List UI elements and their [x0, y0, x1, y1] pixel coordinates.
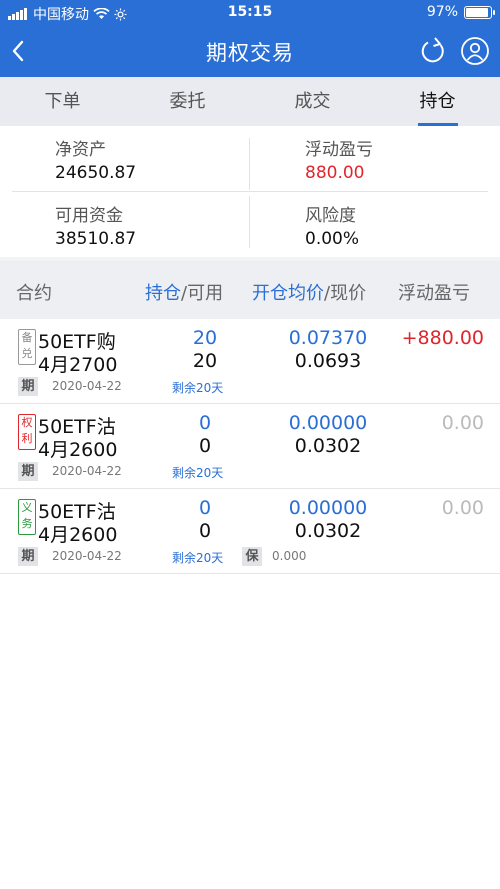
available-funds-value: 38510.87: [55, 229, 137, 249]
header-floating-pl[interactable]: 浮动盈亏: [398, 279, 470, 305]
floating-pl: 0.00: [441, 497, 484, 519]
days-remaining: 剩余20天: [172, 381, 224, 395]
positions-list: 备兑 50ETF购 4月2700 20 20 0.07370 0.0693 +8…: [0, 319, 500, 574]
buyer-badge: 权利: [18, 414, 36, 450]
nav-bar: 期权交易: [0, 26, 500, 77]
expiry-date: 2020-04-22: [52, 379, 122, 393]
risk-value: 0.00%: [305, 229, 360, 249]
divider: [12, 191, 488, 192]
period-tag: 期: [18, 462, 38, 481]
position-qty: 0: [198, 497, 212, 519]
days-remaining: 剩余20天: [172, 466, 224, 480]
header: 中国移动 15:15 97% 期权交易: [0, 0, 500, 77]
contract-month-strike: 4月2600: [38, 524, 118, 546]
tab-entrust[interactable]: 委托: [125, 77, 250, 126]
current-price: 0.0302: [294, 435, 362, 457]
open-avg-price: 0.07370: [288, 327, 368, 349]
header-position-available[interactable]: 持仓/可用: [145, 279, 223, 305]
net-assets-label: 净资产: [55, 140, 106, 160]
positions-header: 合约 持仓/可用 开仓均价/现价 浮动盈亏: [0, 261, 500, 319]
available-qty: 0: [198, 520, 212, 542]
current-price: 0.0302: [294, 520, 362, 542]
available-qty: 20: [192, 350, 218, 372]
floating-pl: 0.00: [441, 412, 484, 434]
seller-badge: 义务: [18, 499, 36, 535]
status-bar: 中国移动 15:15 97%: [0, 0, 500, 26]
period-tag: 期: [18, 547, 38, 566]
net-assets-value: 24650.87: [55, 163, 137, 183]
margin-tag: 保: [242, 547, 262, 566]
expiry-date: 2020-04-22: [52, 464, 122, 478]
covered-badge: 备兑: [18, 329, 36, 365]
user-icon[interactable]: [460, 36, 490, 66]
floating-pl-label: 浮动盈亏: [305, 140, 373, 160]
open-avg-price: 0.00000: [288, 497, 368, 519]
available-qty: 0: [198, 435, 212, 457]
header-contract: 合约: [16, 283, 52, 304]
current-price: 0.0693: [294, 350, 362, 372]
divider: [249, 196, 250, 248]
available-funds-label: 可用资金: [55, 206, 123, 226]
contract-month-strike: 4月2700: [38, 354, 118, 376]
table-row[interactable]: 义务 50ETF沽 4月2600 0 0 0.00000 0.0302 0.00…: [0, 489, 500, 574]
divider: [249, 138, 250, 190]
status-time: 15:15: [227, 4, 273, 20]
position-qty: 20: [192, 327, 218, 349]
header-open-avg-current[interactable]: 开仓均价/现价: [252, 279, 366, 305]
tab-order[interactable]: 下单: [0, 77, 125, 126]
expiry-date: 2020-04-22: [52, 549, 122, 563]
period-tag: 期: [18, 377, 38, 396]
tab-deal[interactable]: 成交: [250, 77, 375, 126]
open-avg-price: 0.00000: [288, 412, 368, 434]
battery-percent: 97%: [426, 4, 458, 20]
floating-pl-value: 880.00: [305, 163, 365, 183]
contract-month-strike: 4月2600: [38, 439, 118, 461]
tab-position[interactable]: 持仓: [375, 77, 500, 126]
table-row[interactable]: 备兑 50ETF购 4月2700 20 20 0.07370 0.0693 +8…: [0, 319, 500, 404]
table-row[interactable]: 权利 50ETF沽 4月2600 0 0 0.00000 0.0302 0.00…: [0, 404, 500, 489]
position-qty: 0: [198, 412, 212, 434]
refresh-icon[interactable]: [418, 36, 448, 66]
days-remaining: 剩余20天: [172, 551, 224, 565]
battery-icon: [464, 5, 495, 19]
floating-pl: +880.00: [401, 327, 484, 349]
risk-label: 风险度: [305, 206, 356, 226]
margin-value: 0.000: [272, 549, 307, 563]
account-summary: 净资产 24650.87 浮动盈亏 880.00 可用资金 38510.87 风…: [0, 126, 500, 257]
tab-bar: 下单 委托 成交 持仓: [0, 77, 500, 126]
